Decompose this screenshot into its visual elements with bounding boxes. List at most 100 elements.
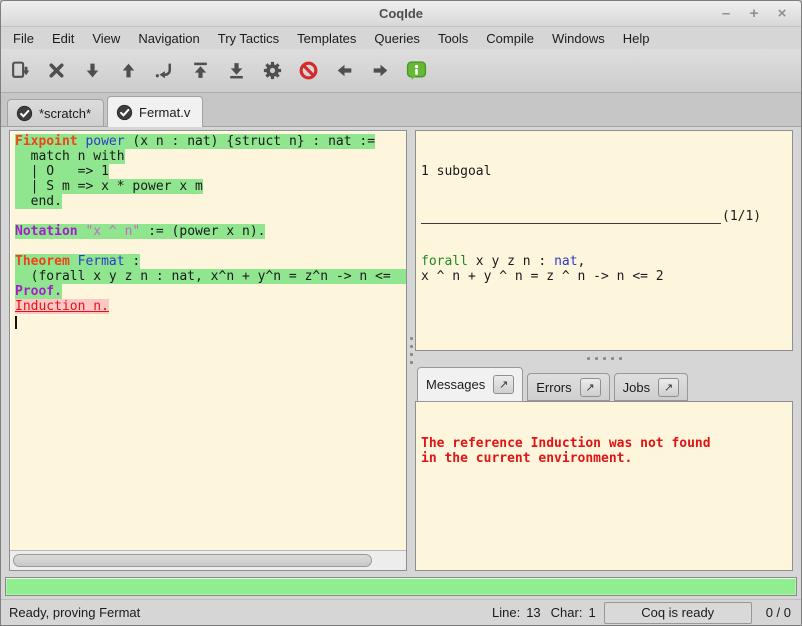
error-message-line: in the current environment. <box>421 451 792 466</box>
code-segment: (x n : nat) {struct n} : nat := <box>125 134 375 149</box>
tab--scratch-[interactable]: *scratch* <box>7 99 104 126</box>
go-down-button[interactable] <box>79 57 106 84</box>
menu-tools[interactable]: Tools <box>429 29 477 48</box>
menu-file[interactable]: File <box>4 29 43 48</box>
menu-navigation[interactable]: Navigation <box>129 29 208 48</box>
goto-cursor-button[interactable] <box>151 57 178 84</box>
code-line: match n with <box>15 149 406 164</box>
line-value: 13 <box>526 605 540 620</box>
tab-errors[interactable]: Errors↗ <box>527 373 609 401</box>
code-segment: (forall x y z n : nat, x^n + y^n = z^n -… <box>15 269 391 284</box>
code-line: Proof. <box>15 284 406 299</box>
check-circle-icon <box>116 104 133 121</box>
interrupt-button[interactable] <box>295 57 322 84</box>
code-segment: power <box>85 134 124 149</box>
goal-counter: (1/1) <box>721 209 761 224</box>
code-line: end. <box>15 194 406 209</box>
code-segment: Fermat <box>78 254 125 269</box>
code-line: | O => 1 <box>15 164 406 179</box>
code-line <box>15 314 406 329</box>
menu-view[interactable]: View <box>83 29 129 48</box>
code-line: (forall x y z n : nat, x^n + y^n = z^n -… <box>15 269 406 284</box>
gear-button[interactable] <box>259 57 286 84</box>
goto-cursor-icon <box>154 60 175 81</box>
progress-row <box>1 575 801 599</box>
menu-help[interactable]: Help <box>614 29 659 48</box>
detach-icon[interactable]: ↗ <box>658 378 679 397</box>
menu-try-tactics[interactable]: Try Tactics <box>209 29 288 48</box>
about-icon <box>406 60 427 81</box>
goto-end-icon <box>226 60 247 81</box>
horizontal-splitter[interactable] <box>415 351 793 365</box>
goal-separator: (1/1) <box>421 209 792 224</box>
close-button[interactable]: × <box>771 4 793 24</box>
goal-segment: nat <box>554 254 577 269</box>
code-segment: : <box>125 254 141 269</box>
processed-highlight: | S m => x * power x m <box>15 179 203 194</box>
menu-queries[interactable]: Queries <box>365 29 429 48</box>
goto-start-button[interactable] <box>187 57 214 84</box>
processed-highlight: Proof. <box>15 284 62 299</box>
tab-fermat-v[interactable]: Fermat.v <box>107 96 203 127</box>
close-doc-button[interactable] <box>43 57 70 84</box>
status-message: Ready, proving Fermat <box>9 605 140 620</box>
goto-end-button[interactable] <box>223 57 250 84</box>
menu-edit[interactable]: Edit <box>43 29 83 48</box>
window-controls: – + × <box>715 4 801 24</box>
menu-windows[interactable]: Windows <box>543 29 614 48</box>
menu-bar: FileEditViewNavigationTry TacticsTemplat… <box>1 27 801 49</box>
processed-highlight: Theorem Fermat : <box>15 254 140 269</box>
script-editor[interactable]: Fixpoint power (x n : nat) {struct n} : … <box>10 131 406 550</box>
job-counts: 0 / 0 <box>766 605 791 620</box>
goal-segment: , <box>578 254 586 269</box>
gear-icon <box>262 60 283 81</box>
forward-button[interactable] <box>367 57 394 84</box>
code-segment: "x ^ n" <box>85 224 140 239</box>
minimize-button[interactable]: – <box>715 4 737 24</box>
tab-label: Fermat.v <box>139 105 190 120</box>
scrollbar-thumb[interactable] <box>13 554 372 567</box>
processed-highlight: | O => 1 <box>15 164 109 179</box>
window-title: CoqIde <box>1 6 801 21</box>
right-column: 1 subgoal (1/1) forall x y z n : nat,x ^… <box>415 130 793 571</box>
code-segment: Fixpoint <box>15 134 78 149</box>
close-doc-icon <box>46 60 67 81</box>
menu-templates[interactable]: Templates <box>288 29 365 48</box>
titlebar[interactable]: CoqIde – + × <box>1 1 801 27</box>
code-segment: := (power x n). <box>140 224 265 239</box>
error-highlight: Induction n. <box>15 299 109 314</box>
save-button[interactable] <box>7 57 34 84</box>
about-button[interactable] <box>403 57 430 84</box>
coq-status-indicator[interactable]: Coq is ready <box>604 602 752 624</box>
message-tab-bar: Messages↗Errors↗Jobs↗ <box>415 365 793 401</box>
char-value: 1 <box>588 605 595 620</box>
script-editor-panel[interactable]: Fixpoint power (x n : nat) {struct n} : … <box>9 130 407 571</box>
horizontal-scrollbar[interactable] <box>10 550 406 570</box>
go-up-button[interactable] <box>115 57 142 84</box>
go-up-icon <box>118 60 139 81</box>
tab-jobs[interactable]: Jobs↗ <box>614 373 688 401</box>
code-segment: Proof. <box>15 284 62 299</box>
status-bar: Ready, proving Fermat Line: 13 Char: 1 C… <box>1 599 801 625</box>
code-line <box>15 209 406 224</box>
detach-icon[interactable]: ↗ <box>580 378 601 397</box>
vertical-splitter[interactable] <box>407 130 415 571</box>
message-text: The reference Induction was not foundin … <box>421 436 792 466</box>
tab-messages[interactable]: Messages↗ <box>417 367 523 402</box>
code-line: Fixpoint power (x n : nat) {struct n} : … <box>15 134 406 149</box>
goal-segment: x ^ n + y ^ n = z ^ n -> n <= 2 <box>421 269 664 284</box>
maximize-button[interactable]: + <box>743 4 765 24</box>
main-area: Fixpoint power (x n : nat) {struct n} : … <box>1 127 801 575</box>
code-segment: end. <box>15 194 62 209</box>
coq-status-text: Coq is ready <box>641 605 714 620</box>
save-icon <box>10 60 31 81</box>
back-button[interactable] <box>331 57 358 84</box>
line-label: Line: <box>492 605 520 620</box>
detach-icon[interactable]: ↗ <box>493 375 514 394</box>
goals-panel[interactable]: 1 subgoal (1/1) forall x y z n : nat,x ^… <box>415 130 793 351</box>
toolbar <box>1 49 801 93</box>
menu-compile[interactable]: Compile <box>477 29 543 48</box>
messages-panel[interactable]: The reference Induction was not foundin … <box>415 401 793 571</box>
interrupt-icon <box>298 60 319 81</box>
code-segment <box>70 254 78 269</box>
